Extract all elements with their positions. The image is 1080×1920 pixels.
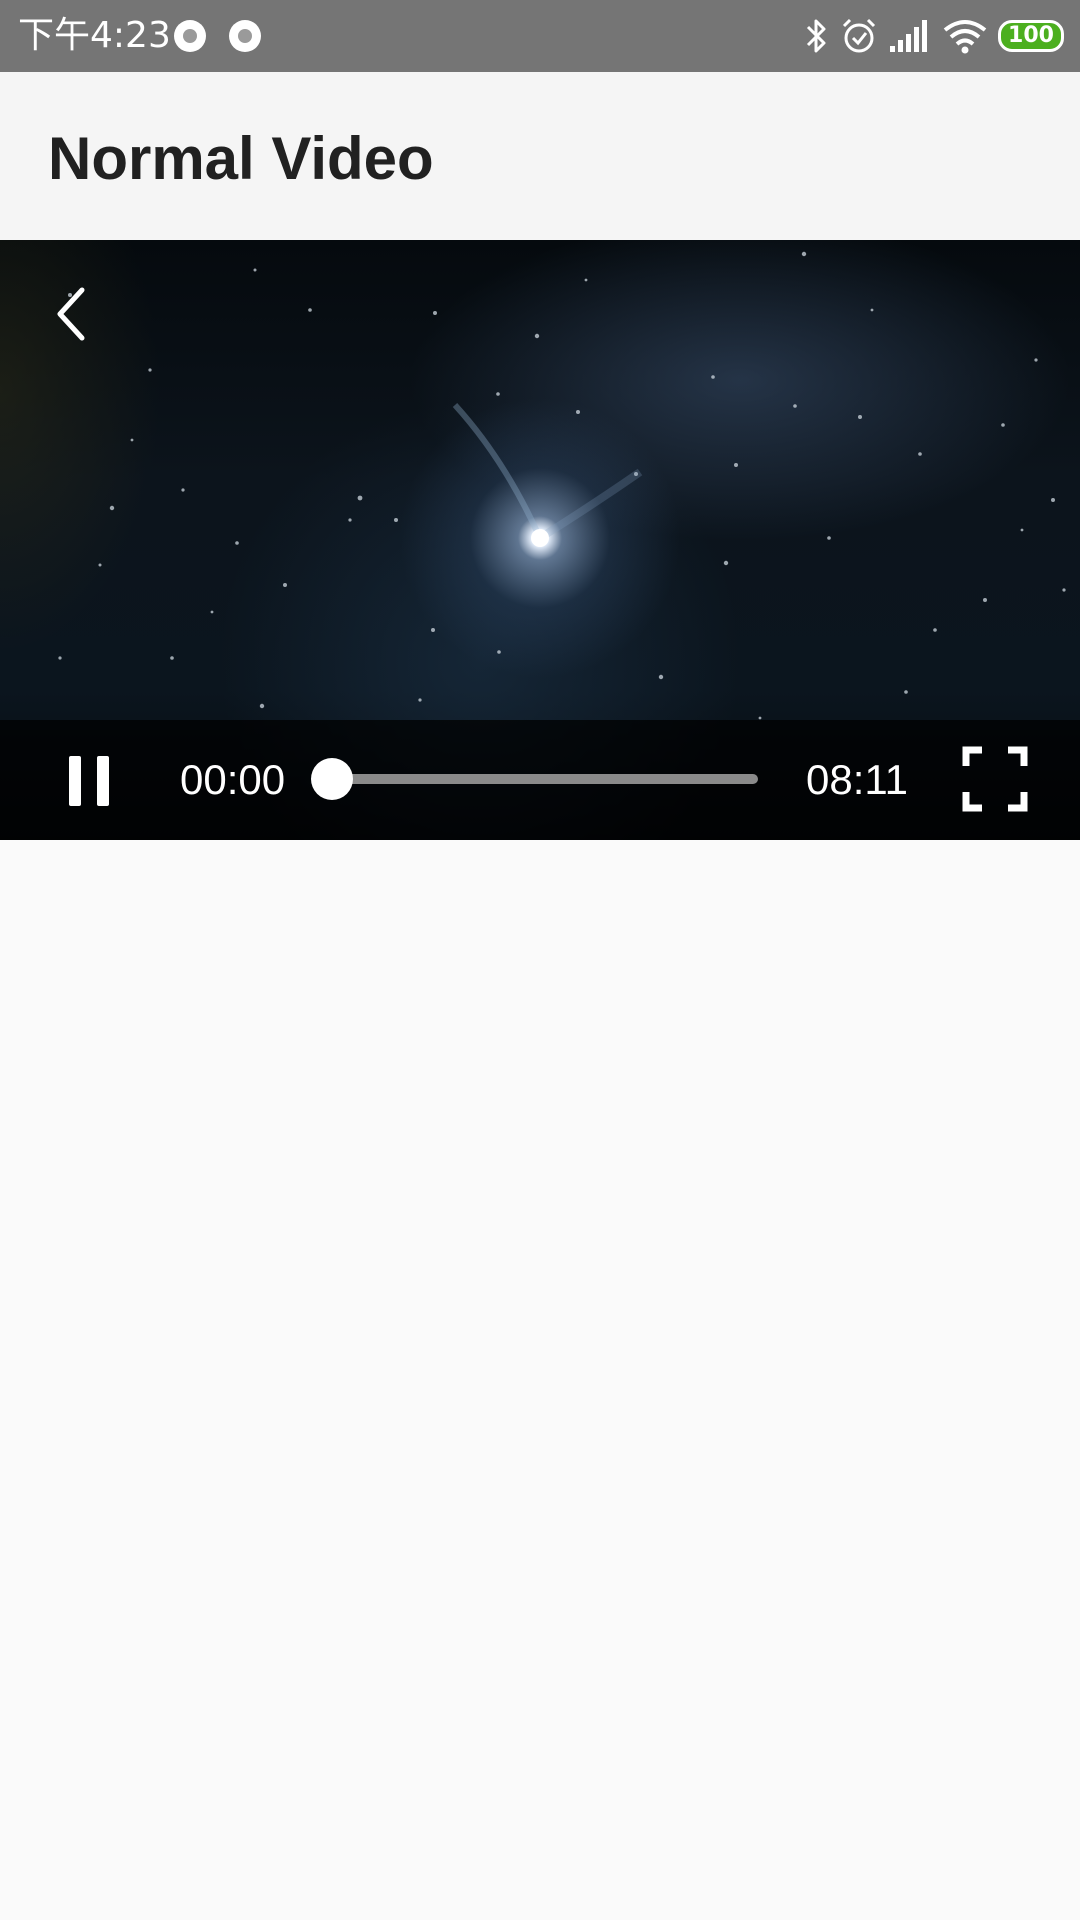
video-control-bar: 00:00 08:11	[0, 720, 1080, 840]
app-bar: Normal Video	[0, 72, 1080, 240]
fullscreen-button[interactable]	[962, 746, 1028, 812]
chevron-left-icon	[57, 287, 85, 341]
signal-icon	[890, 20, 927, 52]
current-time: 00:00	[180, 756, 286, 803]
notification-dot-icon	[229, 20, 261, 52]
seek-thumb[interactable]	[311, 758, 353, 800]
notification-dot-icon	[174, 20, 206, 52]
fullscreen-icon	[962, 746, 1028, 812]
status-bar: 下午4:23 100	[0, 0, 1080, 72]
pause-icon	[69, 756, 109, 806]
seek-bar[interactable]	[311, 758, 758, 800]
status-time: 下午4:23	[18, 15, 171, 56]
wifi-icon	[943, 20, 987, 54]
content-area	[0, 840, 1080, 1920]
battery-level: 100	[1008, 23, 1054, 48]
pause-button[interactable]	[62, 748, 118, 812]
video-player[interactable]: 00:00 08:11	[0, 240, 1080, 840]
page-title: Normal Video	[48, 125, 434, 192]
bluetooth-icon	[806, 19, 826, 53]
alarm-icon	[842, 18, 876, 53]
battery-icon: 100	[998, 20, 1064, 52]
total-time: 08:11	[806, 756, 908, 803]
starfield	[58, 251, 1066, 720]
back-button[interactable]	[40, 280, 100, 350]
